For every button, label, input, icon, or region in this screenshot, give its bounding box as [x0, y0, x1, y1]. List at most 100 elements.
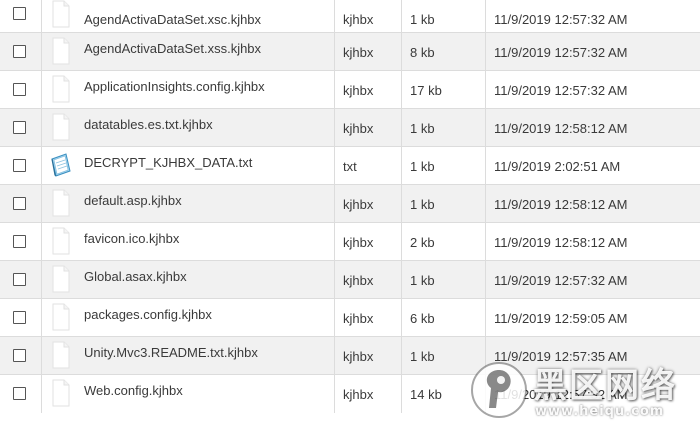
file-name[interactable]: Web.config.kjhbx: [84, 383, 183, 398]
row-checkbox[interactable]: [13, 159, 26, 172]
row-checkbox[interactable]: [13, 311, 26, 324]
column-divider: [485, 261, 486, 298]
file-type: kjhbx: [343, 311, 374, 326]
column-divider: [334, 109, 335, 146]
column-divider: [485, 223, 486, 260]
column-divider: [334, 33, 335, 70]
column-divider: [41, 299, 42, 336]
column-divider: [485, 0, 486, 32]
column-divider: [334, 299, 335, 336]
row-checkbox[interactable]: [13, 235, 26, 248]
file-size: 1 kb: [410, 159, 435, 174]
column-divider: [485, 299, 486, 336]
watermark-logo-icon: [471, 362, 527, 418]
column-divider: [485, 109, 486, 146]
blank-file-icon: [52, 303, 70, 331]
blank-file-icon: [52, 0, 70, 28]
file-modified: 11/9/2019 2:02:51 AM: [494, 159, 621, 174]
file-name[interactable]: favicon.ico.kjhbx: [84, 231, 179, 246]
row-checkbox[interactable]: [13, 7, 26, 20]
file-size: 6 kb: [410, 311, 435, 326]
column-divider: [401, 375, 402, 413]
watermark-text: 黑区网络: [533, 366, 677, 406]
file-size: 1 kb: [410, 349, 435, 364]
table-row[interactable]: DECRYPT_KJHBX_DATA.txt txt 1 kb 11/9/2019 2…: [0, 147, 700, 185]
table-row[interactable]: packages.config.kjhbx kjhbx 6 kb 11/9/2019 …: [0, 299, 700, 337]
column-divider: [401, 147, 402, 184]
blank-file-icon: [52, 379, 70, 407]
file-name[interactable]: ApplicationInsights.config.kjhbx: [84, 79, 265, 94]
table-row[interactable]: AgendActivaDataSet.xsc.kjhbx kjhbx 1 kb 11/…: [0, 0, 700, 33]
blank-file-icon: [52, 189, 70, 217]
watermark-url: www.heiqu.com: [535, 404, 665, 419]
column-divider: [485, 71, 486, 108]
column-divider: [401, 0, 402, 32]
column-divider: [334, 71, 335, 108]
row-checkbox[interactable]: [13, 387, 26, 400]
table-row[interactable]: favicon.ico.kjhbx kjhbx 2 kb 11/9/2019 12:5…: [0, 223, 700, 261]
column-divider: [41, 109, 42, 146]
column-divider: [41, 33, 42, 70]
column-divider: [401, 261, 402, 298]
file-size: 14 kb: [410, 387, 442, 402]
column-divider: [334, 147, 335, 184]
file-type: kjhbx: [343, 45, 374, 60]
file-size: 1 kb: [410, 12, 435, 27]
file-name[interactable]: packages.config.kjhbx: [84, 307, 212, 322]
column-divider: [334, 223, 335, 260]
row-checkbox[interactable]: [13, 121, 26, 134]
table-row[interactable]: ApplicationInsights.config.kjhbx kjhbx 17 …: [0, 71, 700, 109]
column-divider: [41, 223, 42, 260]
file-name[interactable]: Global.asax.kjhbx: [84, 269, 187, 284]
file-name[interactable]: Unity.Mvc3.README.txt.kjhbx: [84, 345, 258, 360]
file-name[interactable]: AgendActivaDataSet.xsc.kjhbx: [84, 12, 261, 27]
file-name[interactable]: AgendActivaDataSet.xss.kjhbx: [84, 41, 261, 56]
file-size: 8 kb: [410, 45, 435, 60]
column-divider: [41, 71, 42, 108]
file-type: txt: [343, 159, 357, 174]
file-modified: 11/9/2019 12:57:32 AM: [494, 45, 628, 60]
file-type: kjhbx: [343, 121, 374, 136]
column-divider: [401, 33, 402, 70]
column-divider: [334, 261, 335, 298]
table-row[interactable]: AgendActivaDataSet.xss.kjhbx kjhbx 8 kb 11/…: [0, 33, 700, 71]
row-checkbox[interactable]: [13, 273, 26, 286]
column-divider: [41, 185, 42, 222]
column-divider: [41, 375, 42, 413]
file-modified: 11/9/2019 12:58:12 AM: [494, 197, 628, 212]
file-modified: 11/9/2019 12:58:12 AM: [494, 121, 628, 136]
column-divider: [401, 185, 402, 222]
file-size: 1 kb: [410, 197, 435, 212]
row-checkbox[interactable]: [13, 349, 26, 362]
row-checkbox[interactable]: [13, 197, 26, 210]
blank-file-icon: [52, 227, 70, 255]
file-size: 2 kb: [410, 235, 435, 250]
column-divider: [485, 147, 486, 184]
file-size: 17 kb: [410, 83, 442, 98]
file-modified: 11/9/2019 12:59:05 AM: [494, 311, 628, 326]
column-divider: [334, 0, 335, 32]
blank-file-icon: [52, 341, 70, 369]
table-row[interactable]: datatables.es.txt.kjhbx kjhbx 1 kb 11/9/201…: [0, 109, 700, 147]
file-type: kjhbx: [343, 387, 374, 402]
column-divider: [485, 33, 486, 70]
column-divider: [401, 109, 402, 146]
row-checkbox[interactable]: [13, 45, 26, 58]
table-row[interactable]: default.asp.kjhbx kjhbx 1 kb 11/9/2019 12:5…: [0, 185, 700, 223]
row-checkbox[interactable]: [13, 83, 26, 96]
file-size: 1 kb: [410, 121, 435, 136]
column-divider: [401, 223, 402, 260]
file-name[interactable]: datatables.es.txt.kjhbx: [84, 117, 213, 132]
column-divider: [41, 147, 42, 184]
file-name[interactable]: default.asp.kjhbx: [84, 193, 182, 208]
file-type: kjhbx: [343, 12, 374, 27]
notepad-file-icon: [50, 151, 72, 179]
blank-file-icon: [52, 37, 70, 65]
blank-file-icon: [52, 75, 70, 103]
column-divider: [334, 185, 335, 222]
file-name[interactable]: DECRYPT_KJHBX_DATA.txt: [84, 155, 252, 170]
file-modified: 11/9/2019 12:57:32 AM: [494, 273, 628, 288]
file-type: kjhbx: [343, 235, 374, 250]
table-row[interactable]: Global.asax.kjhbx kjhbx 1 kb 11/9/2019 12:5…: [0, 261, 700, 299]
file-type: kjhbx: [343, 197, 374, 212]
